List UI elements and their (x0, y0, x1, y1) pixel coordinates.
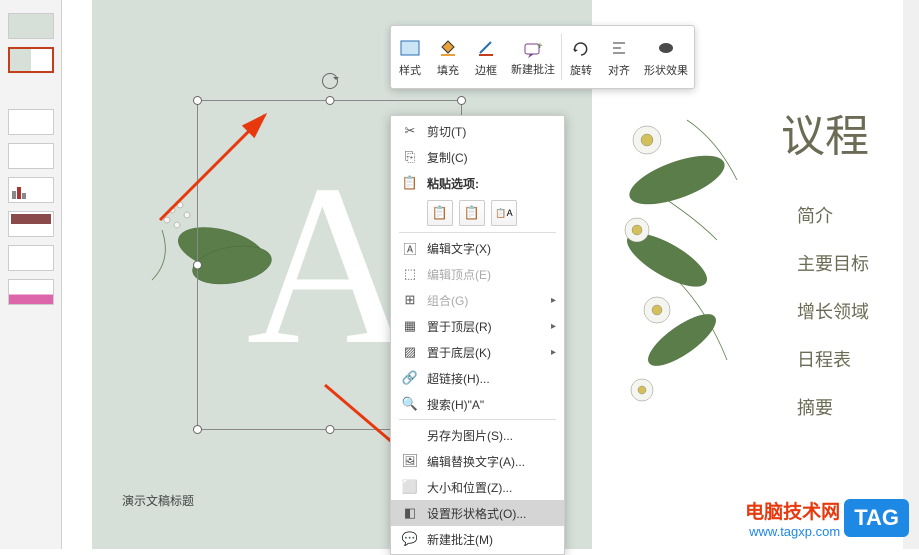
slide-thumbnail[interactable] (8, 245, 54, 271)
cut-icon: ✂ (399, 123, 421, 139)
rotate-button[interactable]: 旋转 (562, 26, 600, 88)
watermark-url: www.tagxp.com (745, 524, 840, 539)
align-icon (609, 36, 629, 60)
agenda-item: 简介 (797, 202, 869, 228)
search-icon: 🔍 (399, 396, 421, 412)
paste-options: 📋 📋 📋A (391, 196, 564, 230)
menu-save-as-picture[interactable]: 另存为图片(S)... (391, 422, 564, 448)
comment-icon: 💬 (399, 531, 421, 547)
submenu-arrow-icon: ▸ (551, 295, 556, 306)
resize-handle[interactable] (193, 425, 202, 434)
submenu-arrow-icon: ▸ (551, 347, 556, 358)
slide-thumbnail[interactable] (8, 211, 54, 237)
slide-thumbnail[interactable] (8, 143, 54, 169)
agenda-item: 主要目标 (797, 250, 869, 276)
format-shape-icon: ◧ (399, 505, 421, 521)
slide-thumbnail[interactable] (8, 177, 54, 203)
menu-edit-points[interactable]: ⬚ 编辑顶点(E) (391, 261, 564, 287)
edit-points-icon: ⬚ (399, 266, 421, 282)
outline-icon (477, 36, 495, 60)
agenda-item: 增长领域 (797, 298, 869, 324)
menu-copy[interactable]: ⎘ 复制(C) (391, 144, 564, 170)
outline-button[interactable]: 边框 (467, 26, 505, 88)
menu-new-comment[interactable]: 💬 新建批注(M) (391, 526, 564, 552)
slide-thumbnail[interactable] (8, 47, 54, 73)
slide-thumbnail[interactable] (8, 109, 54, 135)
watermark: 电脑技术网 www.tagxp.com TAG (745, 497, 909, 539)
new-comment-button[interactable]: + 新建批注 (505, 26, 561, 88)
menu-bring-front[interactable]: ▦ 置于顶层(R) ▸ (391, 313, 564, 339)
menu-edit-text[interactable]: 🄰 编辑文字(X) (391, 235, 564, 261)
slide-thumbnail[interactable] (8, 13, 54, 39)
style-button[interactable]: 样式 (391, 26, 429, 88)
agenda-list: 简介 主要目标 增长领域 日程表 摘要 (797, 180, 869, 442)
hyperlink-icon: 🔗 (399, 370, 421, 386)
mini-toolbar: 样式 填充 边框 + 新建批注 旋转 对齐 形状效果 (390, 25, 695, 89)
slide-title-placeholder[interactable]: 演示文稿标题 (122, 492, 194, 509)
thumbnail-panel[interactable] (0, 0, 62, 549)
fill-button[interactable]: 填充 (429, 26, 467, 88)
menu-format-shape[interactable]: ◧ 设置形状格式(O)... (391, 500, 564, 526)
paste-option-theme[interactable]: 📋 (427, 200, 453, 226)
agenda-item: 摘要 (797, 394, 869, 420)
agenda-item: 日程表 (797, 346, 869, 372)
svg-text:+: + (537, 42, 543, 52)
effects-button[interactable]: 形状效果 (638, 26, 694, 88)
watermark-title: 电脑技术网 (745, 497, 840, 524)
style-icon (400, 36, 420, 60)
alt-text-icon: 🖼 (399, 453, 421, 469)
rotate-handle[interactable] (322, 73, 338, 89)
agenda-title: 议程 (781, 100, 869, 164)
paste-option-keep[interactable]: 📋 (459, 200, 485, 226)
bring-front-icon: ▦ (399, 318, 421, 334)
context-menu: ✂ 剪切(T) ⎘ 复制(C) 📋 粘贴选项: 📋 📋 📋A 🄰 编辑文字(X)… (390, 115, 565, 555)
effects-icon (656, 36, 676, 60)
edit-text-icon: 🄰 (399, 239, 421, 258)
resize-handle[interactable] (325, 96, 334, 105)
submenu-arrow-icon: ▸ (551, 321, 556, 332)
menu-cut[interactable]: ✂ 剪切(T) (391, 118, 564, 144)
comment-icon: + (523, 39, 543, 63)
vertical-scrollbar[interactable] (903, 0, 919, 549)
align-button[interactable]: 对齐 (600, 26, 638, 88)
menu-hyperlink[interactable]: 🔗 超链接(H)... (391, 365, 564, 391)
paste-icon: 📋 (399, 175, 421, 191)
rotate-icon (571, 36, 591, 60)
copy-icon: ⎘ (399, 149, 421, 165)
watermark-badge: TAG (844, 499, 909, 537)
fill-icon (439, 36, 457, 60)
resize-handle[interactable] (193, 261, 202, 270)
group-icon: ⊞ (399, 292, 421, 308)
annotation-arrow (155, 105, 275, 225)
size-icon: ⬜ (399, 479, 421, 495)
menu-paste-options-label: 📋 粘贴选项: (391, 170, 564, 196)
resize-handle[interactable] (193, 96, 202, 105)
botanical-decoration (617, 80, 757, 430)
menu-send-back[interactable]: ▨ 置于底层(K) ▸ (391, 339, 564, 365)
send-back-icon: ▨ (399, 344, 421, 360)
menu-search[interactable]: 🔍 搜索(H)"A" (391, 391, 564, 417)
slide-thumbnail[interactable] (8, 279, 54, 305)
paste-option-text[interactable]: 📋A (491, 200, 517, 226)
menu-size-position[interactable]: ⬜ 大小和位置(Z)... (391, 474, 564, 500)
resize-handle[interactable] (457, 96, 466, 105)
menu-alt-text[interactable]: 🖼 编辑替换文字(A)... (391, 448, 564, 474)
menu-group[interactable]: ⊞ 组合(G) ▸ (391, 287, 564, 313)
